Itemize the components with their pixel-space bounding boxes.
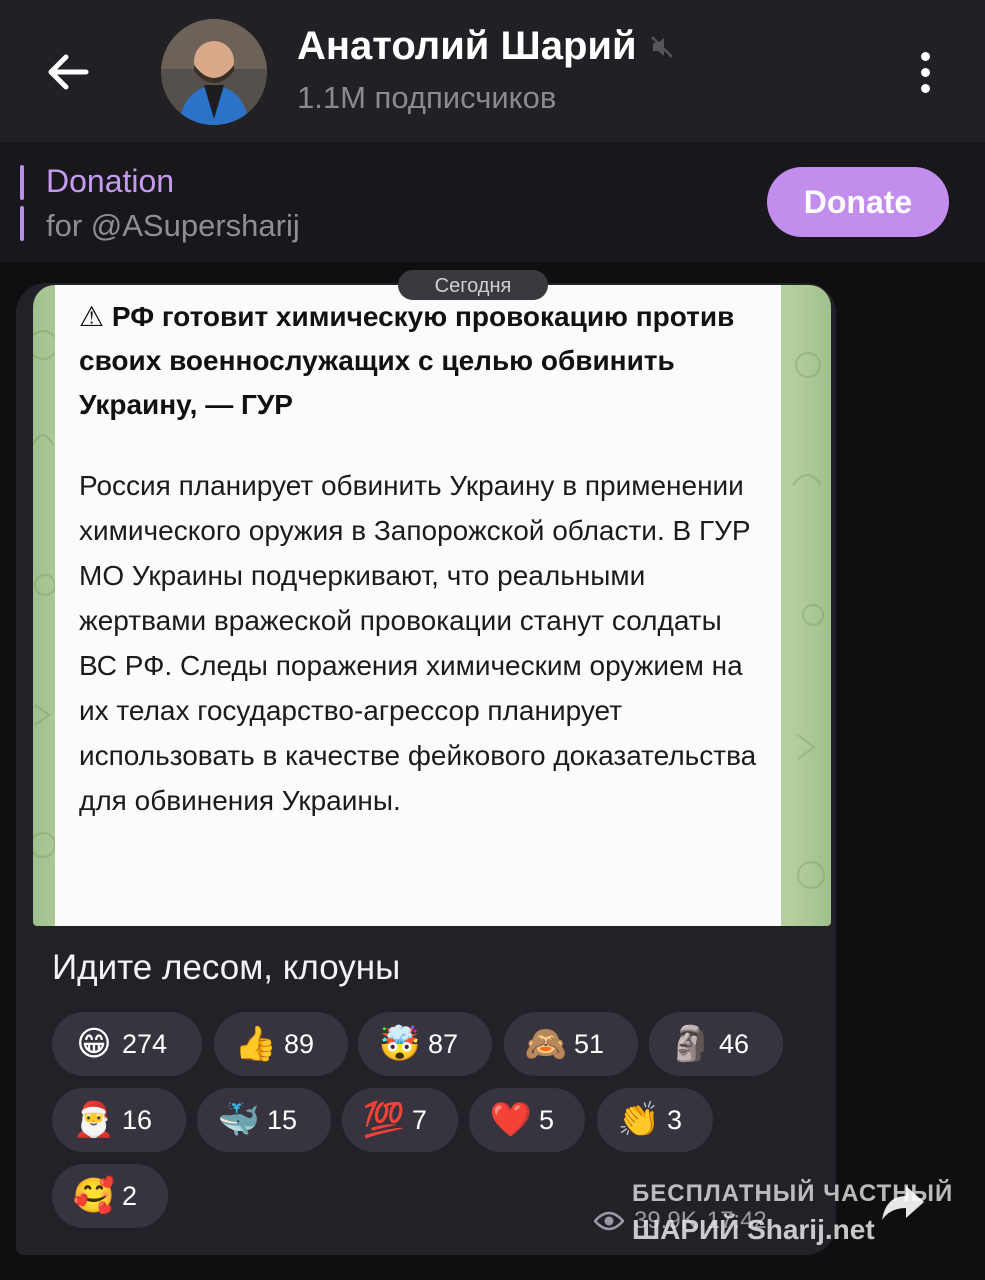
message-caption: Идите лесом, клоуны	[52, 948, 401, 987]
reaction-count: 274	[122, 1028, 168, 1059]
image-body-text: Россия планирует обвинить Украину в прим…	[79, 470, 757, 816]
reaction-count: 16	[122, 1104, 153, 1135]
grin-emoji-icon: 😁	[76, 1025, 112, 1063]
reaction-chip[interactable]: 🥰 2	[52, 1164, 168, 1228]
hundred-points-emoji-icon: 💯	[362, 1101, 406, 1139]
date-pill: Сегодня	[398, 270, 548, 300]
reaction-chip[interactable]: 🤯 87	[358, 1012, 492, 1076]
watermark-line-2: ШАРИЙ Sharij.net	[632, 1214, 875, 1245]
reaction-chip[interactable]: 👏 3	[597, 1088, 713, 1152]
reaction-chip[interactable]: 🎅 16	[52, 1088, 186, 1152]
chat-header: Анатолий Шарий 1.1M подписчиков	[0, 0, 985, 142]
channel-name: Анатолий Шарий	[297, 24, 637, 68]
smiling-hearts-emoji-icon: 🥰	[72, 1177, 116, 1215]
reaction-chip[interactable]: 💯 7	[342, 1088, 458, 1152]
image-headline: ⚠ РФ готовит химическую провокацию проти…	[79, 301, 735, 420]
reaction-count: 87	[428, 1028, 459, 1059]
reaction-chip[interactable]: 😁 274	[52, 1012, 202, 1076]
reaction-chip[interactable]: ❤️ 5	[469, 1088, 585, 1152]
muted-icon	[650, 35, 673, 58]
reaction-count: 7	[412, 1104, 428, 1135]
exploding-head-emoji-icon: 🤯	[378, 1025, 422, 1063]
reaction-chip[interactable]: 👍 89	[214, 1012, 348, 1076]
pinned-indicator	[20, 165, 24, 241]
reaction-count: 46	[719, 1028, 750, 1059]
share-forward-icon[interactable]	[878, 1178, 928, 1228]
reaction-count: 89	[284, 1028, 315, 1059]
channel-title: Анатолий Шарий	[297, 24, 675, 69]
back-arrow-icon[interactable]	[40, 44, 96, 100]
reaction-chip[interactable]: 🐳 15	[197, 1088, 331, 1152]
whale-emoji-icon: 🐳	[217, 1101, 261, 1139]
pinned-title: Donation	[46, 163, 175, 199]
reaction-count: 2	[122, 1180, 138, 1211]
reaction-count: 5	[539, 1104, 555, 1135]
see-no-evil-monkey-emoji-icon: 🙈	[524, 1025, 568, 1063]
reaction-count: 15	[267, 1104, 298, 1135]
moai-emoji-icon: 🗿	[669, 1025, 713, 1063]
reaction-count: 3	[667, 1104, 683, 1135]
reaction-count: 51	[574, 1028, 605, 1059]
pinned-subtitle: for @ASupersharij	[46, 208, 300, 243]
red-heart-emoji-icon: ❤️	[489, 1101, 533, 1139]
eye-icon	[594, 1211, 624, 1231]
reaction-chip[interactable]: 🙈 51	[504, 1012, 638, 1076]
more-options-icon[interactable]	[905, 44, 945, 100]
reaction-chip[interactable]: 🗿 46	[649, 1012, 783, 1076]
channel-avatar[interactable]	[161, 19, 267, 125]
thumbs-up-emoji-icon: 👍	[234, 1025, 278, 1063]
donate-button[interactable]: Donate	[767, 167, 949, 237]
santa-emoji-icon: 🎅	[72, 1101, 116, 1139]
clapping-hands-emoji-icon: 👏	[617, 1101, 661, 1139]
post-image[interactable]: ⚠ РФ готовит химическую провокацию проти…	[33, 285, 831, 926]
subscriber-count: 1.1M подписчиков	[297, 80, 557, 115]
